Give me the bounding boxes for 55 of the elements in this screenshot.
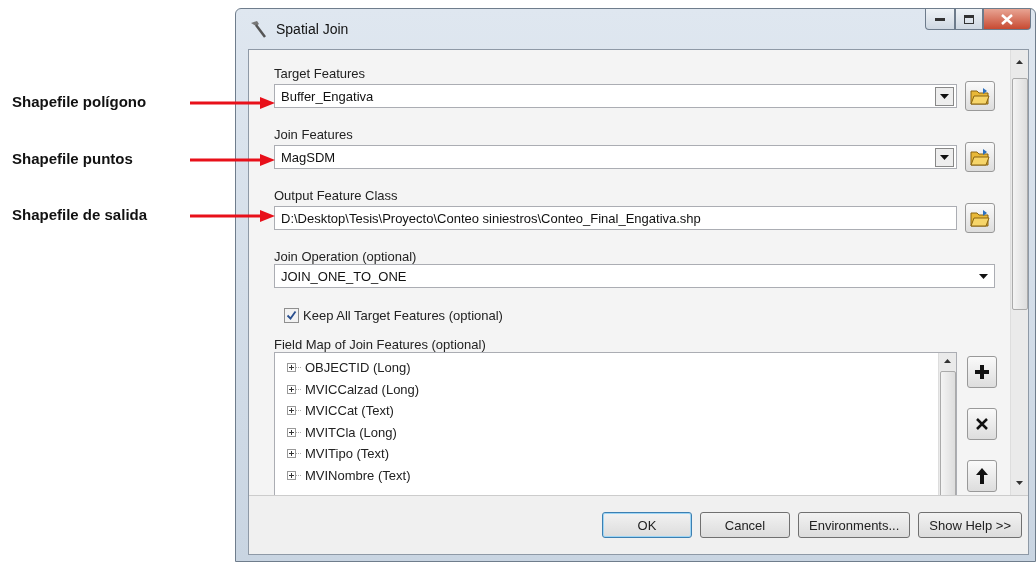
annotation-label: Shapefile polígono (12, 93, 147, 110)
list-item[interactable]: OBJECTID (Long) (305, 360, 411, 376)
annotation-label: Shapefile de salida (12, 206, 148, 223)
field-label: Field Map of Join Features (optional) (274, 337, 487, 352)
dropdown-field[interactable]: MagSDM (274, 145, 957, 169)
list-item[interactable]: MVINombre (Text) (305, 467, 411, 483)
scroll-down-icon[interactable] (1016, 481, 1023, 485)
maximize-button[interactable] (955, 9, 983, 30)
up-arrow-icon (975, 467, 989, 485)
expand-icon[interactable] (287, 363, 302, 373)
field-label: Join Features (274, 127, 354, 142)
window-title: Spatial Join (276, 21, 350, 37)
field-label: Join Operation (optional) (274, 249, 418, 264)
folder-icon (970, 209, 990, 227)
list-item[interactable]: MVITipo (Text) (305, 446, 390, 462)
list-item[interactable]: MVITCla (Long) (305, 424, 397, 440)
scroll-up-icon[interactable] (944, 359, 951, 363)
expand-icon[interactable] (287, 470, 302, 480)
expand-icon[interactable] (287, 427, 302, 437)
text-field[interactable]: D:\Desktop\Tesis\Proyecto\Conteo siniestros\Conteo_Final_Engativa.shp (274, 206, 957, 230)
minimize-icon (935, 17, 945, 21)
dropdown-arrow-icon[interactable] (979, 273, 988, 279)
dialog-button[interactable]: Environments... (798, 512, 911, 538)
checkbox-label: Keep All Target Features (optional) (303, 308, 503, 323)
dropdown-field[interactable]: JOIN_ONE_TO_ONE (274, 264, 995, 288)
dialog-button[interactable]: OK (602, 512, 692, 538)
expand-icon[interactable] (287, 384, 302, 394)
list-item[interactable]: MVICCat (Text) (305, 403, 394, 419)
browse-button[interactable] (965, 203, 995, 233)
add-button[interactable] (967, 356, 997, 388)
maximize-icon (964, 14, 974, 24)
dialog-button[interactable]: Show Help >> (918, 512, 1022, 538)
plus-icon (974, 364, 990, 380)
field-label: Target Features (274, 66, 367, 81)
close-button[interactable] (983, 9, 1031, 30)
scrollbar[interactable] (1010, 50, 1028, 495)
close-icon (976, 418, 988, 430)
annotation-label: Shapefile puntos (12, 150, 133, 167)
remove-button[interactable] (967, 408, 997, 440)
folder-icon (970, 87, 990, 105)
list-item[interactable]: MVICCalzad (Long) (305, 381, 420, 397)
checkbox[interactable] (284, 308, 299, 323)
browse-button[interactable] (965, 142, 995, 172)
browse-button[interactable] (965, 81, 995, 111)
expand-icon[interactable] (287, 406, 302, 416)
move-up-button[interactable] (967, 460, 997, 492)
field-label: Output Feature Class (274, 188, 399, 203)
folder-icon (970, 148, 990, 166)
scrollbar[interactable] (938, 353, 956, 495)
minimize-button[interactable] (925, 9, 955, 30)
dialog-button[interactable]: Cancel (700, 512, 790, 538)
expand-icon[interactable] (287, 449, 302, 459)
scroll-up-icon[interactable] (1016, 60, 1023, 64)
close-icon (1001, 13, 1013, 25)
dropdown-field[interactable]: Buffer_Engativa (274, 84, 957, 108)
